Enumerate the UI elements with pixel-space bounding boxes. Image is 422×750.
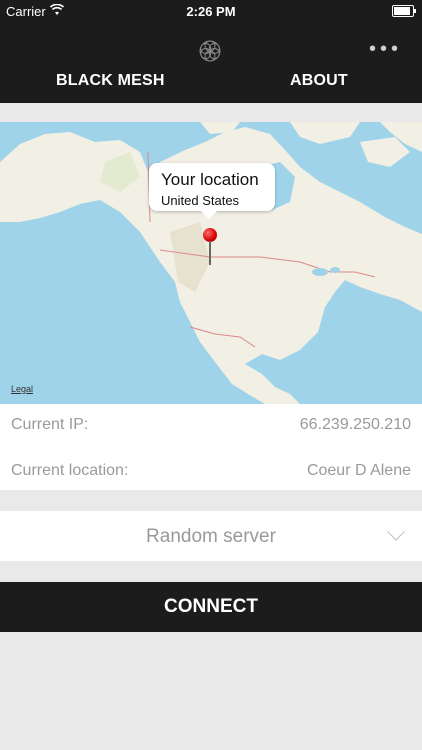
tab-about[interactable]: ABOUT [290, 72, 348, 90]
current-ip-value: 66.239.250.210 [299, 416, 411, 433]
map-legal-link[interactable]: Legal [11, 384, 33, 394]
tab-black-mesh[interactable]: BLACK MESH [56, 72, 165, 90]
status-bar: Carrier 2:26 PM [0, 0, 422, 22]
chevron-down-icon [386, 530, 406, 541]
callout-title: Your location [161, 170, 259, 189]
current-ip-label: Current IP: [11, 416, 89, 433]
server-select-value: Random server [146, 526, 276, 547]
battery-icon [392, 5, 416, 17]
server-select[interactable]: Random server [0, 511, 422, 561]
connection-info-panel: Current IP: 66.239.250.210 Current locat… [0, 404, 422, 490]
current-location-value: Coeur D Alene [306, 462, 411, 479]
location-map[interactable]: Your location United States Legal [0, 122, 422, 404]
callout-country: United States [161, 193, 240, 208]
pin-stick [209, 241, 211, 265]
mesh-flower-icon [199, 40, 221, 62]
connect-button[interactable]: CONNECT [0, 582, 422, 632]
app-header: Carrier 2:26 PM ••• BLACK MESH ABOUT [0, 0, 422, 103]
location-pin-icon[interactable] [203, 228, 217, 242]
more-dots-icon[interactable]: ••• [369, 38, 402, 61]
location-callout: Your location United States [149, 163, 275, 219]
status-time: 2:26 PM [186, 4, 236, 19]
current-location-label: Current location: [11, 462, 129, 479]
